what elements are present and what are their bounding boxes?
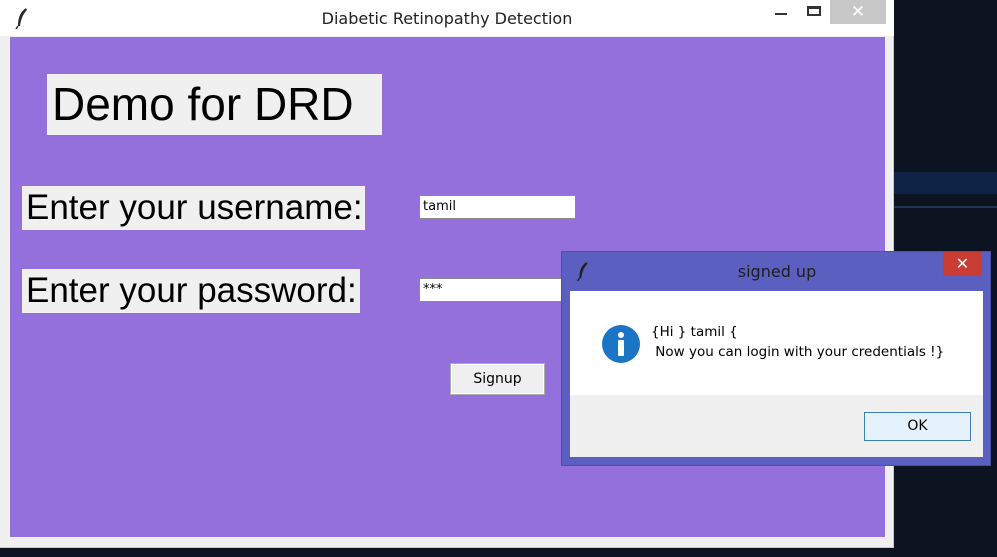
close-icon: ✕: [850, 2, 866, 22]
dialog-message-line: {Hi } tamil {: [651, 324, 738, 340]
title-bar[interactable]: Diabetic Retinopathy Detection ✕: [0, 0, 894, 36]
close-icon: ✕: [955, 254, 970, 273]
dialog-message-area: {Hi } tamil { Now you can login with you…: [570, 291, 983, 395]
close-button[interactable]: ✕: [830, 0, 886, 24]
window-title: Diabetic Retinopathy Detection: [321, 9, 573, 28]
signup-button[interactable]: Signup: [450, 363, 545, 395]
minimize-icon[interactable]: [766, 0, 796, 24]
dialog-title: signed up: [737, 262, 817, 281]
password-label: Enter your password:: [22, 269, 360, 313]
username-label: Enter your username:: [22, 186, 365, 230]
info-icon: [602, 325, 640, 363]
desktop-background-strip: [894, 172, 997, 194]
dialog-body: {Hi } tamil { Now you can login with you…: [570, 291, 983, 457]
ok-button[interactable]: OK: [864, 412, 971, 441]
signed-up-dialog: signed up ✕ {Hi } tamil { Now you can lo…: [561, 251, 991, 466]
dialog-close-button[interactable]: ✕: [943, 252, 982, 276]
password-input[interactable]: ***: [419, 278, 576, 302]
page-title: Demo for DRD: [47, 74, 382, 135]
desktop-background-line: [894, 206, 997, 208]
username-input[interactable]: tamil: [419, 195, 576, 219]
dialog-message-line: Now you can login with your credentials …: [651, 344, 945, 360]
maximize-icon[interactable]: [800, 0, 830, 24]
